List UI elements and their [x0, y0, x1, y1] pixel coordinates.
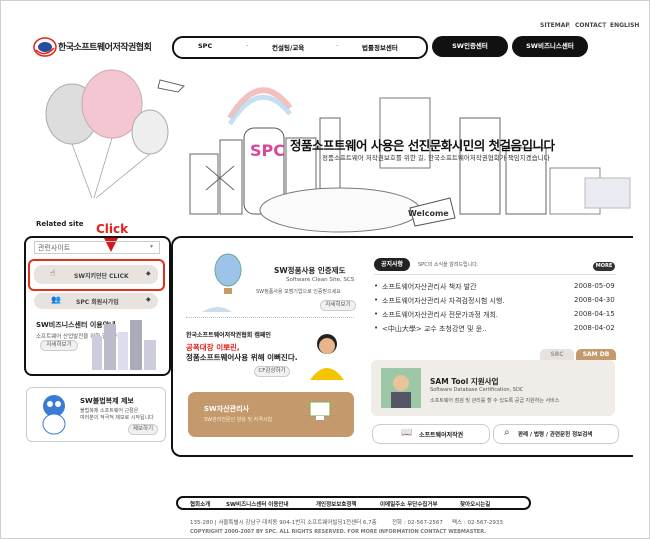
- divider: |: [568, 22, 571, 29]
- notice-date-4: 2008-04-02: [574, 324, 615, 332]
- bullet-icon: ◆: [146, 296, 151, 303]
- spc-member-button[interactable]: 👥 SPC 회원사가입 ◆: [34, 293, 158, 309]
- campaign-label: 한국소프트웨어저작권협회 캠페인: [186, 332, 271, 339]
- spc-sign: SPC: [250, 141, 285, 160]
- click-callout: Click: [96, 222, 129, 236]
- logo-text[interactable]: 한국소프트웨어저작권협회: [58, 40, 152, 53]
- precedent-search-button[interactable]: ⌕ 판례 / 법령 / 관련문헌 정보검색: [493, 424, 619, 444]
- nav-separator: ·: [336, 42, 339, 50]
- notice-tab[interactable]: 공지사항: [374, 258, 410, 271]
- notice-item-3[interactable]: 소프트웨어자산관리사 전문가과정 개최.: [382, 310, 498, 320]
- list-bullet: •: [374, 324, 379, 332]
- mascot-icon: [42, 395, 66, 435]
- sam-tool-subtitle: Software Database Certification, SDC: [430, 387, 524, 393]
- campaign-message: 정품소프트웨어사용 위해 이뻐진다.: [186, 353, 298, 362]
- footer-email-refuse[interactable]: 이메일주소 무단수집거부: [380, 500, 438, 508]
- english-link[interactable]: ENGLISH: [610, 22, 639, 29]
- list-bullet: •: [374, 282, 379, 290]
- nav-separator: ·: [246, 42, 249, 50]
- notice-date-3: 2008-04-15: [574, 310, 615, 318]
- report-desc-1: 불법복제 소프트웨어 근절은: [80, 408, 139, 414]
- spc-member-label: SPC 회원사가입: [76, 299, 119, 306]
- notice-item-1[interactable]: 소프트웨어자산관리사 책자 발간: [382, 282, 477, 292]
- footer-biz-guide[interactable]: SW비즈니스센터 이용안내: [226, 500, 289, 508]
- hero-subline: 정품소프트웨어 저작권보호를 위한 길, 한국소프트웨어저작권협회가 책임지겠습…: [322, 154, 550, 162]
- notice-more-button[interactable]: MORE: [593, 262, 615, 271]
- biz-center-more-button[interactable]: 자세히보기: [40, 340, 78, 351]
- tab-src[interactable]: SRC: [540, 349, 574, 360]
- tab-sam-db[interactable]: SAM DB: [576, 349, 616, 360]
- notice-item-4[interactable]: <中山大學> 교수 초청강연 및 윤..: [382, 324, 487, 334]
- footer-directions[interactable]: 찾아오시는길: [460, 500, 490, 508]
- sw-cert-center-button[interactable]: SW인증센터: [432, 36, 508, 57]
- cf-view-button[interactable]: CF감상하기: [254, 366, 290, 377]
- footer-about[interactable]: 협회소개: [190, 500, 210, 508]
- city-skyline-illustration: [92, 320, 156, 370]
- hot-air-balloon-icon: [202, 253, 242, 312]
- logo-emblem-icon[interactable]: [33, 36, 57, 58]
- scs-title[interactable]: SW정품사용 인증제도: [274, 265, 346, 276]
- sw-guard-button[interactable]: ☝ SW지키던단 CLICK ◆: [34, 265, 158, 284]
- nav-spc[interactable]: SPC: [198, 42, 212, 50]
- sam-tool-title[interactable]: SAM Tool 지원사업: [430, 376, 499, 387]
- copyright-search-button[interactable]: 📖 소프트웨어저작권: [372, 424, 490, 444]
- people-icon: 👥: [51, 295, 61, 304]
- hand-icon: ☝: [50, 269, 56, 279]
- scs-more-button[interactable]: 자세히보기: [320, 300, 356, 311]
- footer-copyright: COPYRIGHT 2000-2007 BY SPC. ALL RIGHTS R…: [190, 529, 487, 535]
- book-icon: 📖: [401, 428, 413, 438]
- notice-subtitle: SPC의 소식을 알려드립니다.: [418, 262, 479, 268]
- sam-tool-desc: 소프트웨어 점검 및 관리를 할 수 있도록 공급 지원하는 서비스: [430, 398, 560, 404]
- sam-tool-photo: [381, 368, 421, 408]
- scs-desc: SW정품사용 모범기업으로 인증받으세요: [256, 289, 341, 295]
- copyright-label: 소프트웨어저작권: [419, 432, 464, 439]
- bullet-icon: ◆: [146, 270, 151, 277]
- notice-date-2: 2008-04-30: [574, 296, 615, 304]
- list-bullet: •: [374, 296, 379, 304]
- sw-asset-manager-title[interactable]: SW자산관리사: [204, 404, 249, 414]
- divider: [374, 274, 616, 275]
- sw-guard-label: SW지키던단 CLICK: [74, 273, 129, 280]
- scs-subtitle: Software Clean Site, SCS: [286, 277, 355, 283]
- related-site-title: Related site: [36, 220, 84, 228]
- notice-item-2[interactable]: 소프트웨어자산관리사 자격검정시험 시행.: [382, 296, 505, 306]
- report-desc-2: 여러분의 적극적 제보로 시작됩니다: [80, 415, 154, 421]
- footer-phone: 전화 : 02-567-2567: [392, 520, 443, 526]
- nav-law[interactable]: 법률정보센터: [362, 42, 398, 52]
- computer-icon: [309, 401, 331, 420]
- sitemap-link[interactable]: SITEMAP: [540, 22, 570, 29]
- campaign-person-image: [310, 334, 344, 380]
- divider: |: [603, 22, 606, 29]
- report-button[interactable]: 제보하기: [128, 424, 158, 435]
- notice-date-1: 2008-05-09: [574, 282, 615, 290]
- related-site-select[interactable]: 관련사이트: [34, 241, 160, 254]
- footer-fax: 팩스 : 02-567-2933: [452, 520, 503, 526]
- report-title[interactable]: SW불법복제 제보: [80, 396, 134, 406]
- sw-asset-manager-desc: SW관리전문인 양성 및 자격시험: [204, 417, 273, 423]
- sw-biz-center-button[interactable]: SW비즈니스센터: [512, 36, 588, 57]
- contact-link[interactable]: CONTACT: [575, 22, 606, 29]
- footer-address: 135-280 | 서울특별시 강남구 대치동 904-1번지 소프트웨어빌딩1…: [190, 520, 377, 526]
- nav-consulting[interactable]: 컨설팅/교육: [272, 42, 304, 52]
- chevron-down-icon[interactable]: ▾: [150, 243, 153, 250]
- divider: [186, 317, 354, 318]
- list-bullet: •: [374, 310, 379, 318]
- search-icon: ⌕: [504, 427, 510, 438]
- footer-privacy[interactable]: 개인정보보호정책: [316, 500, 356, 508]
- welcome-sign: Welcome: [408, 209, 449, 218]
- precedent-label: 판례 / 법령 / 관련문헌 정보검색: [518, 432, 593, 438]
